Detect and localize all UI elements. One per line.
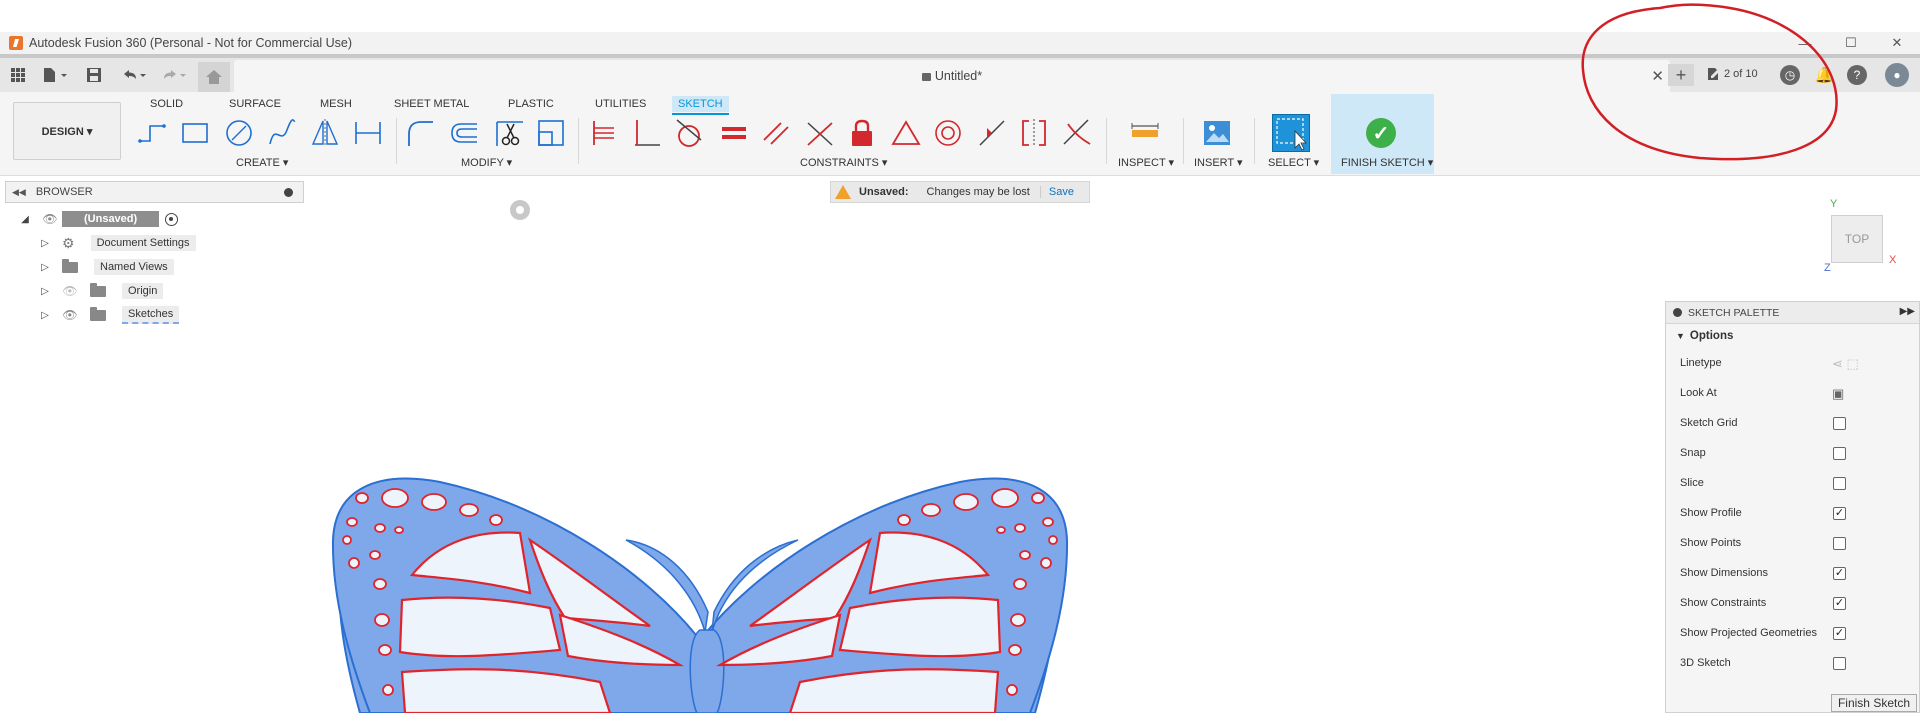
option-label: Look At <box>1680 387 1717 399</box>
option-label: Show Projected Geometries <box>1680 627 1817 639</box>
look-at-icon[interactable]: ▣ <box>1832 386 1844 402</box>
sketch-palette-header: SKETCH PALETTE ▶▶ <box>1666 302 1919 324</box>
option-label: 3D Sketch <box>1680 657 1731 669</box>
sketch-palette: SKETCH PALETTE ▶▶ ▼ Options Linetype ⋖ ⬚… <box>1665 301 1920 713</box>
option-label: Show Dimensions <box>1680 567 1769 579</box>
show-points-checkbox[interactable] <box>1833 537 1846 550</box>
option-show-projected-geometries: Show Projected Geometries ✓ <box>1666 618 1919 648</box>
palette-finish-sketch-button[interactable]: Finish Sketch <box>1830 694 1917 712</box>
linetype-icon[interactable]: ⋖ ⬚ <box>1832 356 1859 372</box>
options-section[interactable]: ▼ Options <box>1666 324 1919 348</box>
option-label: Show Profile <box>1680 507 1742 519</box>
annotation-circle <box>1581 3 1838 161</box>
option-show-dimensions: Show Dimensions ✓ <box>1666 558 1919 588</box>
option-show-points: Show Points <box>1666 528 1919 558</box>
show-dimensions-checkbox[interactable]: ✓ <box>1833 567 1846 580</box>
options-section-label: Options <box>1689 330 1734 342</box>
option-show-constraints: Show Constraints ✓ <box>1666 588 1919 618</box>
snap-checkbox[interactable] <box>1833 447 1846 460</box>
option-look-at: Look At ▣ <box>1666 378 1919 408</box>
option-label: Sketch Grid <box>1680 417 1738 429</box>
show-profile-checkbox[interactable]: ✓ <box>1833 507 1846 520</box>
show-constraints-checkbox[interactable]: ✓ <box>1833 597 1846 610</box>
option-linetype: Linetype ⋖ ⬚ <box>1666 348 1919 378</box>
option-snap: Snap <box>1666 438 1919 468</box>
option-label: Show Points <box>1680 537 1742 549</box>
option-label: Show Constraints <box>1680 597 1767 609</box>
palette-expand-icon[interactable]: ▶▶ <box>1900 306 1915 317</box>
option-slice: Slice <box>1666 468 1919 498</box>
option-label: Slice <box>1680 477 1704 489</box>
3d-sketch-checkbox[interactable] <box>1833 657 1846 670</box>
section-collapse-icon[interactable]: ▼ <box>1676 331 1685 341</box>
sketch-grid-checkbox[interactable] <box>1833 417 1846 430</box>
option-sketch-grid: Sketch Grid <box>1666 408 1919 438</box>
option-label: Snap <box>1680 447 1706 459</box>
sketch-canvas[interactable] <box>0 0 1920 713</box>
option-label: Linetype <box>1680 357 1722 369</box>
option-show-profile: Show Profile ✓ <box>1666 498 1919 528</box>
palette-minimize-icon[interactable] <box>1673 308 1682 317</box>
slice-checkbox[interactable] <box>1833 477 1846 490</box>
show-projected-geometries-checkbox[interactable]: ✓ <box>1833 627 1846 640</box>
sketch-palette-title: SKETCH PALETTE <box>1688 306 1780 319</box>
option-3d-sketch: 3D Sketch <box>1666 648 1919 678</box>
